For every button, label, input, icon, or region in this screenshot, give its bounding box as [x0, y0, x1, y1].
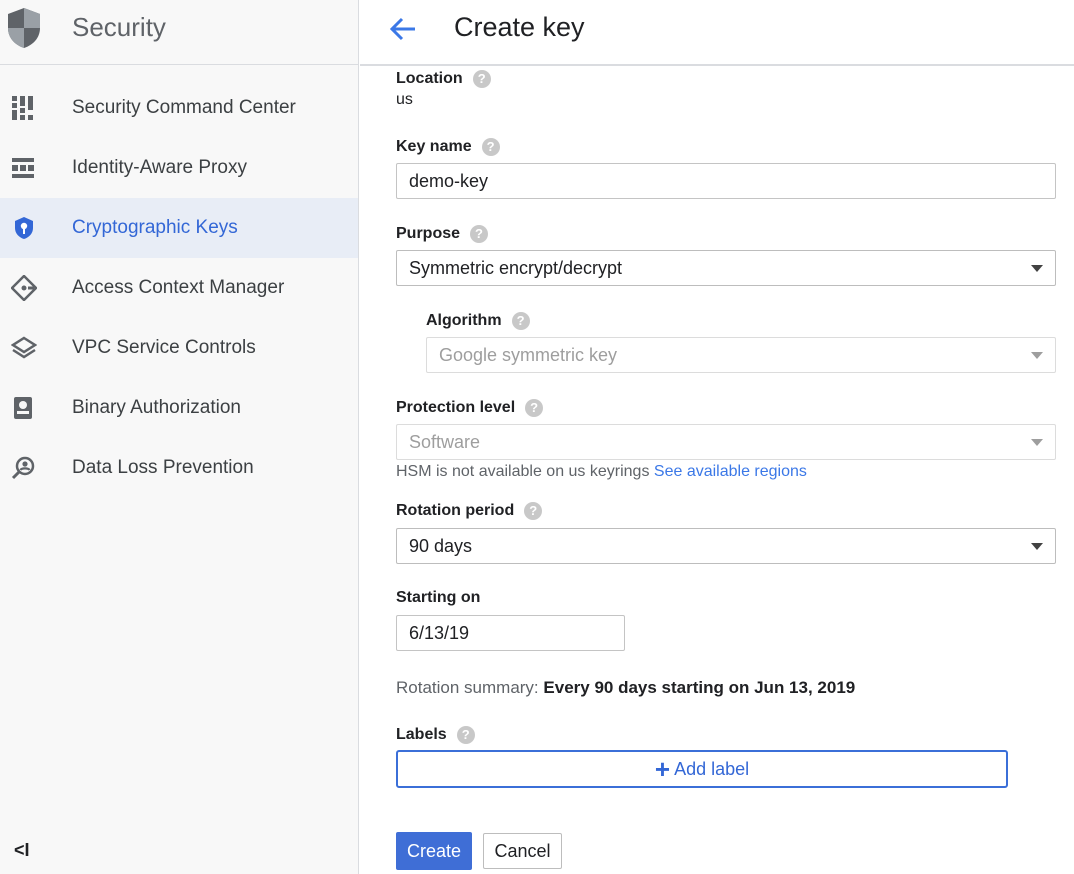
chevron-down-icon	[1031, 543, 1043, 550]
chevron-down-icon	[1031, 439, 1043, 446]
page-header: Create key	[360, 0, 1074, 66]
sidebar-item-label: Binary Authorization	[72, 397, 241, 418]
collapse-sidebar-button[interactable]: <I	[14, 840, 30, 861]
sidebar-nav: Security Command Center Identity-Aware P…	[0, 78, 358, 498]
sidebar-title: Security	[72, 12, 166, 42]
rotation-period-field: Rotation period ?	[396, 502, 543, 520]
rotation-summary: Rotation summary: Every 90 days starting…	[396, 678, 856, 697]
dashboard-grid-icon	[12, 96, 33, 120]
main-panel: Create key Location ? us Key name ? demo…	[360, 0, 1074, 874]
back-arrow-icon[interactable]	[388, 14, 418, 44]
chevron-down-icon	[1031, 352, 1043, 359]
rotation-period-select[interactable]: 90 days	[396, 528, 1056, 564]
chevron-down-icon	[1031, 265, 1043, 272]
layers-icon	[11, 336, 37, 359]
starting-on-date-input[interactable]: 6/13/19	[396, 615, 625, 651]
sidebar-item-identity-aware-proxy[interactable]: Identity-Aware Proxy	[0, 138, 358, 198]
sidebar-item-label: Access Context Manager	[72, 277, 285, 298]
location-value: us	[396, 91, 413, 108]
person-search-icon	[11, 456, 35, 480]
help-icon[interactable]: ?	[472, 70, 491, 88]
key-name-field: Key name ?	[396, 138, 500, 156]
badge-icon	[14, 397, 32, 419]
help-icon[interactable]: ?	[511, 312, 530, 330]
starting-on-field: Starting on	[396, 589, 481, 606]
proxy-icon	[12, 158, 34, 178]
sidebar-item-security-command-center[interactable]: Security Command Center	[0, 78, 358, 138]
shield-key-icon	[15, 217, 33, 239]
key-name-input[interactable]: demo-key	[396, 163, 1056, 199]
sidebar-item-data-loss-prevention[interactable]: Data Loss Prevention	[0, 438, 358, 498]
sidebar-item-cryptographic-keys[interactable]: Cryptographic Keys	[0, 198, 358, 258]
protection-level-select: Software	[396, 424, 1056, 460]
labels-field: Labels ?	[396, 726, 475, 744]
cancel-button[interactable]: Cancel	[483, 833, 562, 869]
algorithm-field: Algorithm ?	[426, 312, 530, 330]
sidebar-item-label: Data Loss Prevention	[72, 457, 254, 478]
help-icon[interactable]: ?	[470, 225, 489, 243]
sidebar-item-access-context-manager[interactable]: Access Context Manager	[0, 258, 358, 318]
algorithm-select: Google symmetric key	[426, 337, 1056, 373]
add-label-button[interactable]: + Add label	[396, 750, 1008, 788]
help-icon[interactable]: ?	[456, 726, 475, 744]
diamond-icon	[11, 275, 37, 301]
sidebar: Security Security Command Center Identit…	[0, 0, 359, 874]
location-label: Location ?	[396, 70, 491, 88]
protection-level-hint: HSM is not available on us keyrings See …	[396, 463, 807, 480]
sidebar-item-label: Cryptographic Keys	[72, 217, 238, 238]
see-available-regions-link[interactable]: See available regions	[654, 463, 807, 480]
create-button[interactable]: Create	[396, 832, 472, 870]
security-shield-icon	[8, 8, 40, 48]
sidebar-header: Security	[0, 0, 358, 65]
protection-level-field: Protection level ?	[396, 399, 544, 417]
help-icon[interactable]: ?	[525, 399, 544, 417]
sidebar-item-label: Security Command Center	[72, 97, 296, 118]
help-icon[interactable]: ?	[481, 138, 500, 156]
sidebar-item-label: Identity-Aware Proxy	[72, 157, 247, 178]
purpose-field: Purpose ?	[396, 225, 489, 243]
location-field: Location ?	[396, 70, 491, 88]
purpose-select[interactable]: Symmetric encrypt/decrypt	[396, 250, 1056, 286]
sidebar-item-label: VPC Service Controls	[72, 337, 256, 358]
page-title: Create key	[454, 12, 585, 42]
help-icon[interactable]: ?	[524, 502, 543, 520]
sidebar-item-binary-authorization[interactable]: Binary Authorization	[0, 378, 358, 438]
plus-icon: +	[654, 754, 671, 784]
sidebar-item-vpc-service-controls[interactable]: VPC Service Controls	[0, 318, 358, 378]
